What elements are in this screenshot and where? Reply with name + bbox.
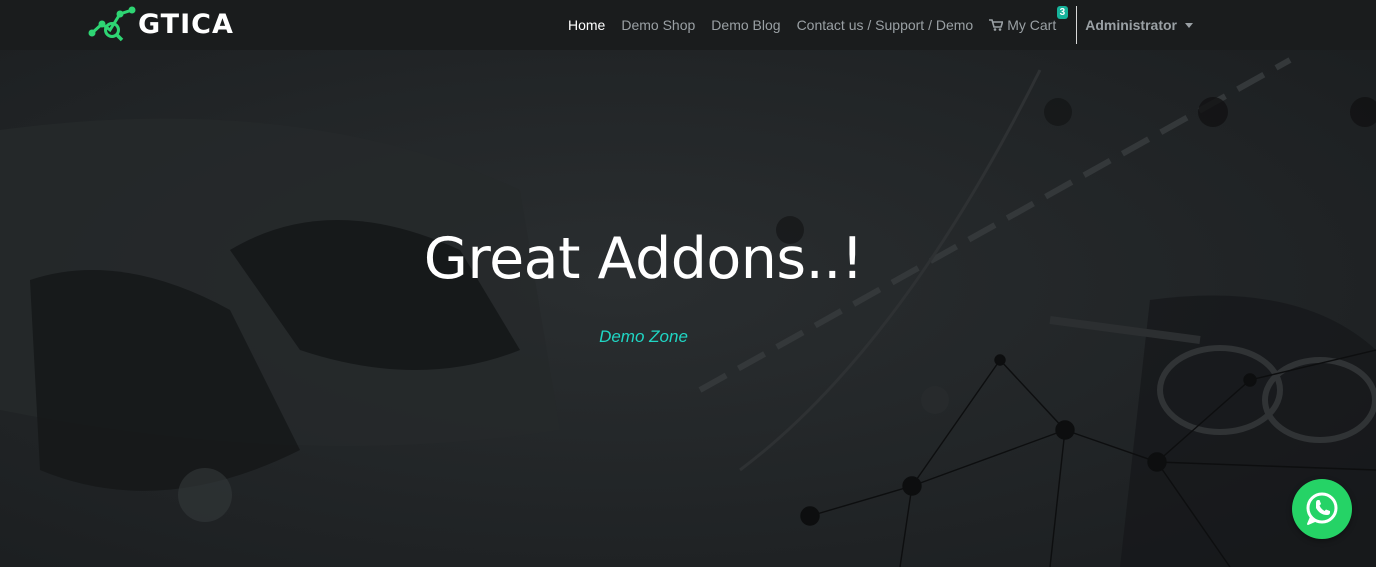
caret-down-icon [1185,22,1193,28]
site-logo[interactable]: GTICA [88,6,234,42]
nav-divider [1076,6,1078,44]
nav-demo-shop[interactable]: Demo Shop [613,17,703,33]
user-name: Administrator [1085,17,1177,33]
whatsapp-icon [1306,492,1338,525]
nav-contact[interactable]: Contact us / Support / Demo [789,17,982,33]
nav-home[interactable]: Home [560,17,613,33]
navbar: GTICA Home Demo Shop Demo Blog Contact u… [0,0,1376,50]
hero-title: Great Addons..! [423,226,864,292]
hero-banner: Great Addons..! Demo Zone [0,50,1376,567]
graph-logo-icon [88,6,136,42]
main-nav: Home Demo Shop Demo Blog Contact us / Su… [560,0,1193,50]
logo-text: GTICA [138,8,234,40]
nav-cart[interactable]: My Cart 3 [981,6,1074,33]
nav-demo-blog[interactable]: Demo Blog [703,17,788,33]
user-menu[interactable]: Administrator [1085,17,1193,33]
hero-subtitle[interactable]: Demo Zone [0,327,1287,347]
cart-label: My Cart [1007,17,1057,33]
hero-background [0,50,1376,567]
whatsapp-chat-button[interactable] [1292,479,1352,539]
cart-count-badge: 3 [1056,6,1069,19]
shopping-cart-icon [989,19,1004,31]
